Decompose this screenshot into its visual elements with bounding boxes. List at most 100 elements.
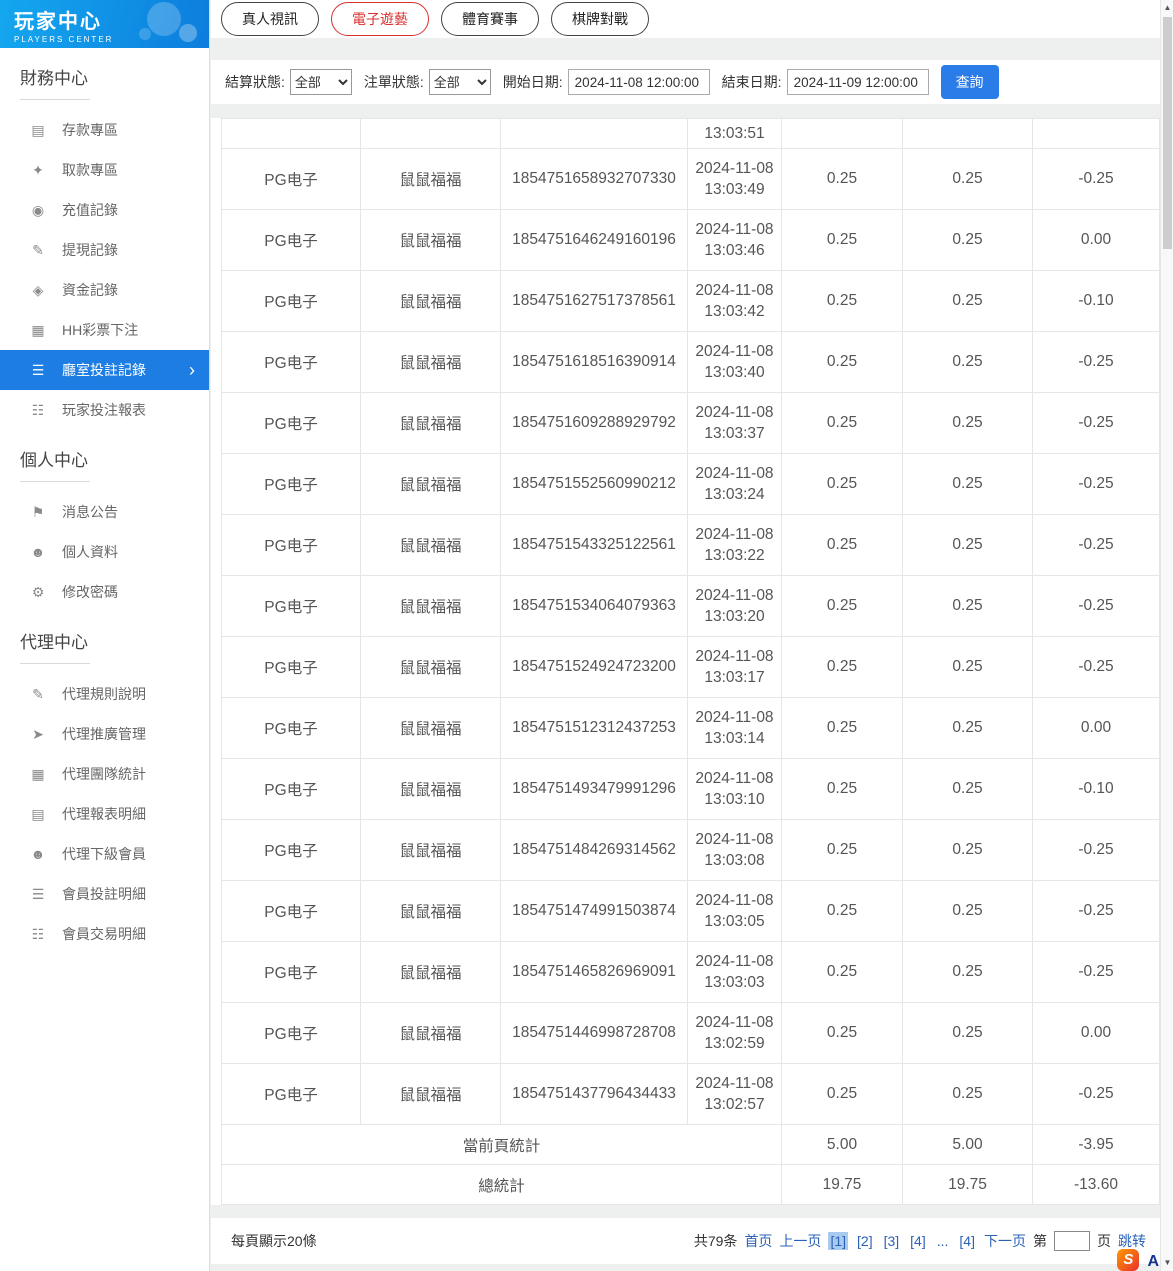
table-row: PG电子鼠鼠福福18547515525609902122024-11-0813:… <box>222 454 1160 515</box>
scrollbar-down-arrow-icon[interactable]: ▼ <box>1161 1255 1173 1271</box>
sidebar-item-lottery-bet[interactable]: ▦HH彩票下注 <box>0 310 209 350</box>
game-cell: 鼠鼠福福 <box>361 1003 501 1064</box>
next-page-link[interactable]: 下一页 <box>984 1231 1026 1251</box>
summary-label: 總統計 <box>222 1165 782 1205</box>
order-id-cell: 1854751609288929792 <box>501 393 688 454</box>
sidebar-item-profile[interactable]: ☻個人資料 <box>0 532 209 572</box>
sidebar-item-funds-record[interactable]: ◈資金記錄 <box>0 270 209 310</box>
bet-cell: 0.25 <box>782 515 903 576</box>
page-jump-input[interactable] <box>1054 1231 1090 1251</box>
provider-cell: PG电子 <box>222 149 361 210</box>
summary-row-total: 總統計 19.75 19.75 -13.60 <box>222 1165 1160 1205</box>
sidebar-item-withdraw[interactable]: ✦取款專區 <box>0 150 209 190</box>
bet-cell: 0.25 <box>782 942 903 1003</box>
bet-cell: 0.25 <box>782 1003 903 1064</box>
sidebar-item-announcement[interactable]: ⚑消息公告 <box>0 492 209 532</box>
game-cell: 鼠鼠福福 <box>361 942 501 1003</box>
table-row: PG电子鼠鼠福福18547516185163909142024-11-0813:… <box>222 332 1160 393</box>
page-link[interactable]: ... <box>935 1232 951 1250</box>
tab-sports[interactable]: 體育賽事 <box>441 2 539 36</box>
page-links: [1] [2] [3] [4]... [4] <box>828 1232 977 1250</box>
profile-icon: ☻ <box>30 544 46 560</box>
datetime-cell: 2024-11-0813:03:40 <box>688 332 782 393</box>
page-size-text: 每頁顯示20條 <box>231 1231 317 1251</box>
page-link[interactable]: [3] <box>882 1232 902 1250</box>
sidebar-item-recharge-record[interactable]: ◉充值記錄 <box>0 190 209 230</box>
sidebar-header: 玩家中心 PLAYERS CENTER <box>0 0 209 48</box>
page-link[interactable]: [4] <box>908 1232 928 1250</box>
table-row: PG电子鼠鼠福福18547516589327073302024-11-0813:… <box>222 149 1160 210</box>
datetime-cell: 2024-11-0813:03:42 <box>688 271 782 332</box>
datetime-cell: 2024-11-0813:03:24 <box>688 454 782 515</box>
datetime-cell: 13:03:51 <box>688 119 782 149</box>
order-id-cell <box>501 119 688 149</box>
table-row: PG电子鼠鼠福福18547515433251225612024-11-0813:… <box>222 515 1160 576</box>
tab-electronic-games[interactable]: 電子遊藝 <box>331 2 429 36</box>
settle-status-select[interactable]: 全部 <box>290 69 352 95</box>
bet-cell: 0.25 <box>782 698 903 759</box>
pager: 共79条 首页 上一页 [1][2][3][4]...[4] 下一页 第 页 跳… <box>694 1231 1146 1251</box>
tab-board-games[interactable]: 棋牌對戰 <box>551 2 649 36</box>
member-bet-detail-icon: ☰ <box>30 886 46 903</box>
jump-button[interactable]: 跳转 <box>1118 1231 1146 1251</box>
profit-cell: 0.00 <box>1033 210 1160 271</box>
time-line: 13:03:42 <box>690 301 779 322</box>
sidebar-item-agent-members[interactable]: ☻代理下級會員 <box>0 834 209 874</box>
page-link-current[interactable]: [1] <box>828 1232 848 1250</box>
sidebar-item-agent-team-stats[interactable]: ▦代理團隊統計 <box>0 754 209 794</box>
time-line: 13:03:40 <box>690 362 779 383</box>
sidebar-item-member-transaction-detail[interactable]: ☷會員交易明細 <box>0 914 209 954</box>
start-date-label: 開始日期: <box>503 72 563 92</box>
sidebar-item-label: 資金記錄 <box>62 280 118 300</box>
end-date-group: 結束日期: <box>722 69 929 95</box>
sidebar-item-deposit[interactable]: ▤存款專區 <box>0 110 209 150</box>
prev-page-link[interactable]: 上一页 <box>779 1231 821 1251</box>
scrollbar-thumb[interactable] <box>1163 17 1172 249</box>
provider-cell: PG电子 <box>222 820 361 881</box>
game-cell: 鼠鼠福福 <box>361 881 501 942</box>
valid-bet-cell: 0.25 <box>903 271 1033 332</box>
total-count-text: 共79条 <box>694 1231 738 1251</box>
order-id-cell: 1854751627517378561 <box>501 271 688 332</box>
bet-cell: 0.25 <box>782 759 903 820</box>
datetime-cell: 2024-11-0813:03:22 <box>688 515 782 576</box>
sidebar-item-player-bet-report[interactable]: ☷玩家投注報表 <box>0 390 209 430</box>
sidebar-item-change-password[interactable]: ⚙修改密碼 <box>0 572 209 612</box>
filter-bar: 結算狀態: 全部 注單狀態: 全部 開始日期: 結束日期: 查詢 <box>211 60 1160 104</box>
pagination-bar: 每頁顯示20條 共79条 首页 上一页 [1] [2] [3] [4]... [4] 下… <box>211 1218 1160 1264</box>
profit-cell: -0.25 <box>1033 881 1160 942</box>
table-row: PG电子鼠鼠福福18547514842693145622024-11-0813:… <box>222 820 1160 881</box>
sidebar-item-label: 廳室投註記錄 <box>62 360 146 380</box>
sidebar-section-title: 個人中心 <box>20 446 90 482</box>
sidebar-item-room-bet-record[interactable]: ☰廳室投註記錄› <box>0 350 209 390</box>
sidebar-item-label: HH彩票下注 <box>62 320 138 340</box>
search-button[interactable]: 查詢 <box>941 65 999 99</box>
order-status-group: 注單狀態: 全部 <box>364 69 491 95</box>
sidebar-item-agent-report-detail[interactable]: ▤代理報表明細 <box>0 794 209 834</box>
sidebar-item-label: 玩家投注報表 <box>62 400 146 420</box>
agent-report-detail-icon: ▤ <box>30 806 46 823</box>
ime-mode-letter[interactable]: A <box>1147 1253 1159 1271</box>
start-date-input[interactable] <box>568 69 710 95</box>
end-date-input[interactable] <box>787 69 929 95</box>
provider-cell: PG电子 <box>222 576 361 637</box>
ime-sogou-icon[interactable]: S <box>1117 1249 1139 1271</box>
tab-live-casino[interactable]: 真人視訊 <box>221 2 319 36</box>
order-status-select[interactable]: 全部 <box>429 69 491 95</box>
sidebar-item-member-bet-detail[interactable]: ☰會員投註明細 <box>0 874 209 914</box>
scrollbar-up-arrow-icon[interactable]: ▲ <box>1161 0 1173 16</box>
first-page-link[interactable]: 首页 <box>744 1231 772 1251</box>
sidebar-item-agent-promo[interactable]: ➤代理推廣管理 <box>0 714 209 754</box>
sidebar-item-withdrawal-record[interactable]: ✎提現記錄 <box>0 230 209 270</box>
page-link[interactable]: [2] <box>855 1232 875 1250</box>
profit-cell: -0.25 <box>1033 393 1160 454</box>
provider-cell: PG电子 <box>222 393 361 454</box>
sidebar-item-agent-rules[interactable]: ✎代理規則說明 <box>0 674 209 714</box>
datetime-cell: 2024-11-0813:02:59 <box>688 1003 782 1064</box>
datetime-cell: 2024-11-0813:03:10 <box>688 759 782 820</box>
profit-cell: -0.25 <box>1033 576 1160 637</box>
page-scrollbar[interactable]: ▲ ▼ <box>1160 0 1173 1271</box>
date-line: 2024-11-08 <box>690 829 779 850</box>
date-line: 2024-11-08 <box>690 219 779 240</box>
page-link[interactable]: [4] <box>957 1232 977 1250</box>
